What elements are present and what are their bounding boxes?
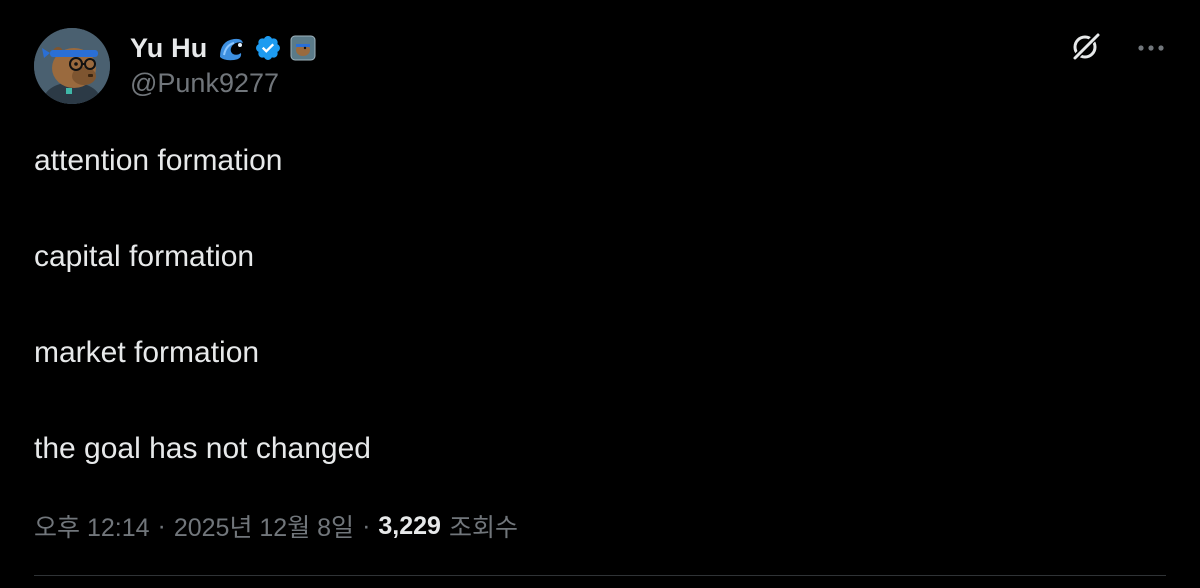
more-options-icon[interactable]: [1136, 40, 1166, 58]
tweet-line: capital formation: [34, 240, 255, 273]
avatar[interactable]: [34, 28, 110, 104]
affiliate-badge-icon[interactable]: [290, 35, 316, 61]
author-handle[interactable]: @Punk9277: [130, 68, 316, 99]
tweet-top-actions: [1070, 30, 1166, 67]
tweet-date[interactable]: 2025년 12월 8일: [174, 508, 354, 544]
tweet-text: attention formation capital formation ma…: [34, 142, 1134, 468]
author-identity: Yu Hu @Punk9277: [130, 30, 316, 99]
views-count[interactable]: 3,229: [378, 512, 441, 541]
divider: [34, 575, 1166, 576]
wave-emoji-icon: [216, 33, 246, 63]
name-row: Yu Hu: [130, 30, 316, 66]
capybara-avatar-icon: [34, 28, 110, 104]
tweet-metadata: 오후 12:14 · 2025년 12월 8일 · 3,229 조회수: [34, 508, 518, 544]
tweet-line: attention formation: [34, 144, 283, 177]
separator: ·: [157, 511, 166, 540]
display-name[interactable]: Yu Hu: [130, 33, 208, 64]
tweet-header: Yu Hu @Punk9277: [34, 28, 316, 106]
tweet-time[interactable]: 오후 12:14: [34, 508, 150, 544]
grok-icon[interactable]: [1070, 30, 1102, 67]
tweet-line: market formation: [34, 336, 260, 369]
tweet-card: Yu Hu @Punk9277 attention formation capi…: [0, 0, 1200, 588]
separator: ·: [362, 511, 371, 540]
views-label: 조회수: [448, 514, 518, 542]
verified-badge-icon[interactable]: [254, 34, 282, 62]
tweet-line: the goal has not changed: [34, 432, 371, 465]
